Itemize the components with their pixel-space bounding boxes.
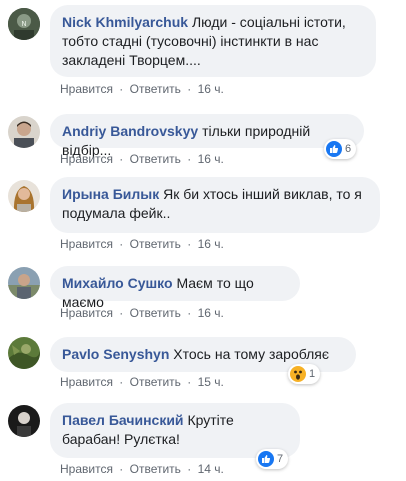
comment-actions: Нравится · Ответить · 16 ч.: [60, 82, 224, 96]
comment-actions: Нравится · Ответить · 16 ч.: [60, 306, 224, 320]
comment-author[interactable]: Михайло Сушко: [62, 275, 173, 291]
comment-bubble: Nick Khmilyarchuk Люди - соціальні істот…: [50, 5, 376, 77]
timestamp[interactable]: 16 ч.: [198, 306, 224, 320]
comment: Павел Бачинский Крутіте барабан! Рулєтка…: [0, 400, 406, 481]
separator: ·: [119, 306, 124, 320]
wow-icon: [290, 366, 306, 382]
like-link[interactable]: Нравится: [60, 152, 113, 166]
separator: ·: [119, 375, 124, 389]
like-icon: [258, 451, 274, 467]
separator: ·: [187, 82, 192, 96]
like-link[interactable]: Нравится: [60, 375, 113, 389]
comment-actions: Нравится · Ответить · 15 ч.: [60, 375, 224, 389]
reply-link[interactable]: Ответить: [130, 462, 181, 476]
svg-text:N: N: [21, 20, 26, 28]
comment-bubble: Михайло Сушко Маєм то що маємо: [50, 266, 300, 310]
reaction-count-text: 7: [277, 453, 284, 465]
reaction-count-text: 1: [309, 368, 316, 380]
comment: Pavlo Senyshyn Хтось на тому заробляє 1 …: [0, 330, 406, 400]
comment: N Nick Khmilyarchuk Люди - соціальні іст…: [0, 0, 406, 110]
timestamp[interactable]: 15 ч.: [198, 375, 224, 389]
reply-link[interactable]: Ответить: [130, 82, 181, 96]
separator: ·: [119, 462, 124, 476]
like-link[interactable]: Нравится: [60, 82, 113, 96]
timestamp[interactable]: 16 ч.: [198, 152, 224, 166]
reaction-count-text: 6: [345, 143, 352, 155]
like-link[interactable]: Нравится: [60, 306, 113, 320]
separator: ·: [187, 306, 192, 320]
avatar[interactable]: [8, 116, 40, 148]
comment: Михайло Сушко Маєм то що маємо Нравится …: [0, 260, 406, 330]
avatar[interactable]: [8, 337, 40, 369]
comment-author[interactable]: Павел Бачинский: [62, 412, 184, 428]
separator: ·: [119, 237, 124, 251]
reaction-count[interactable]: 7: [256, 449, 289, 469]
comment-actions: Нравится · Ответить · 14 ч.: [60, 462, 224, 476]
separator: ·: [187, 152, 192, 166]
reply-link[interactable]: Ответить: [130, 306, 181, 320]
avatar[interactable]: [8, 267, 40, 299]
comment: Ирына Билык Як би хтось інший виклав, то…: [0, 175, 406, 260]
like-link[interactable]: Нравится: [60, 237, 113, 251]
comment-author[interactable]: Ирына Билык: [62, 186, 159, 202]
separator: ·: [187, 237, 192, 251]
reply-link[interactable]: Ответить: [130, 375, 181, 389]
comment-text: Хтось на тому заробляє: [173, 346, 330, 362]
comment: Andriy Bandrovskyy тільки природній відб…: [0, 110, 406, 175]
separator: ·: [187, 462, 192, 476]
reply-link[interactable]: Ответить: [130, 152, 181, 166]
like-link[interactable]: Нравится: [60, 462, 113, 476]
avatar[interactable]: [8, 180, 40, 212]
avatar[interactable]: N: [8, 8, 40, 40]
timestamp[interactable]: 16 ч.: [198, 237, 224, 251]
like-icon: [326, 141, 342, 157]
comment-actions: Нравится · Ответить · 16 ч.: [60, 152, 224, 166]
comment-bubble: Ирына Билык Як би хтось інший виклав, то…: [50, 177, 380, 233]
reaction-count[interactable]: 6: [324, 139, 357, 159]
comment-author[interactable]: Nick Khmilyarchuk: [62, 14, 188, 30]
separator: ·: [187, 375, 192, 389]
comment-bubble: Andriy Bandrovskyy тільки природній відб…: [50, 114, 364, 158]
reaction-count[interactable]: 1: [288, 364, 321, 384]
timestamp[interactable]: 16 ч.: [198, 82, 224, 96]
separator: ·: [119, 82, 124, 96]
avatar[interactable]: [8, 405, 40, 437]
comment-author[interactable]: Pavlo Senyshyn: [62, 346, 169, 362]
reply-link[interactable]: Ответить: [130, 237, 181, 251]
comment-actions: Нравится · Ответить · 16 ч.: [60, 237, 224, 251]
comment-author[interactable]: Andriy Bandrovskyy: [62, 123, 198, 139]
timestamp[interactable]: 14 ч.: [198, 462, 224, 476]
separator: ·: [119, 152, 124, 166]
